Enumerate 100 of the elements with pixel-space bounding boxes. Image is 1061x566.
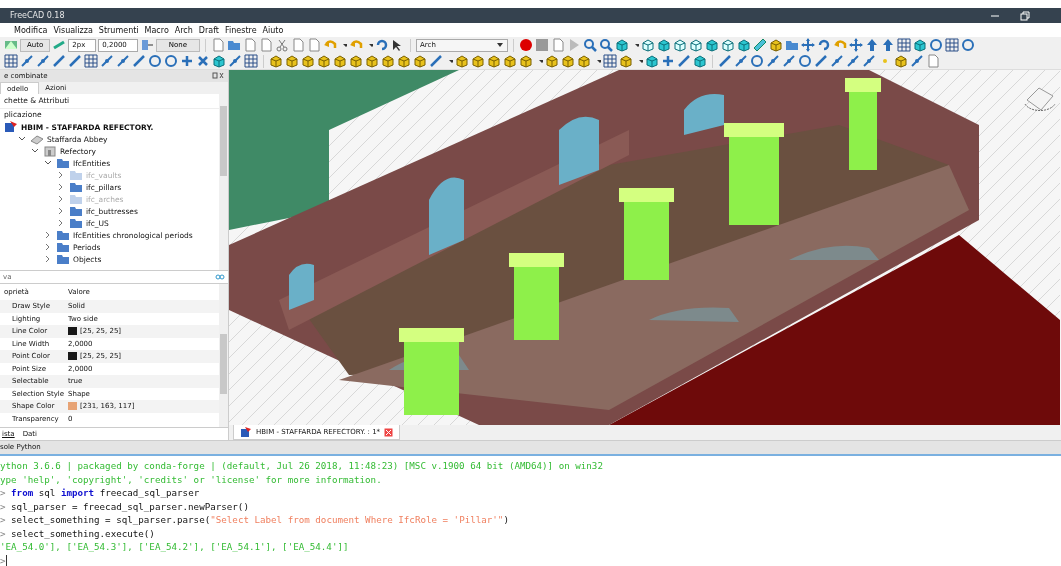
info-line: ython 3.6.6 | packaged by conda-forge | (default, Jul 26 2018, 11:48:23) [MSC v.1900 64 bit (AMD64)] on win32 [0, 459, 603, 473]
block-icon[interactable] [545, 54, 559, 68]
snap-icon[interactable] [910, 54, 924, 68]
snap-icon[interactable] [846, 54, 860, 68]
grid-icon[interactable] [945, 38, 960, 52]
scissors-icon[interactable] [275, 38, 290, 52]
cube-icon[interactable] [615, 38, 630, 52]
grid-icon[interactable] [244, 54, 258, 68]
block-icon[interactable] [413, 54, 427, 68]
circle-icon[interactable] [961, 38, 976, 52]
block-icon[interactable] [349, 54, 363, 68]
cube-icon[interactable] [645, 54, 659, 68]
cube-icon[interactable] [657, 38, 672, 52]
circle-icon[interactable] [750, 54, 764, 68]
line-icon[interactable] [814, 54, 828, 68]
wireframe-cube-icon[interactable] [641, 38, 656, 52]
grid-icon[interactable] [897, 38, 912, 52]
menu-item[interactable]: Draft [198, 25, 219, 35]
block-icon[interactable] [769, 38, 784, 52]
output-line: 'EA_54.0'], ['EA_54.3'], ['EA_54.2'], ['EA_54.1'], ['EA_54.4']] [0, 540, 349, 554]
color-swatch[interactable] [68, 327, 77, 336]
line-icon[interactable] [718, 54, 732, 68]
block-icon[interactable] [317, 54, 331, 68]
wireframe-cube-icon[interactable] [689, 38, 704, 52]
plus-icon[interactable] [661, 54, 675, 68]
block-icon[interactable] [471, 54, 485, 68]
cube-icon[interactable] [212, 54, 226, 68]
restore-icon[interactable] [1019, 9, 1031, 22]
wireframe-cube-icon[interactable] [721, 38, 736, 52]
arrow-icon[interactable] [865, 38, 880, 52]
circle-icon[interactable] [164, 54, 178, 68]
document-icon [240, 426, 252, 438]
line-width-icon[interactable] [52, 38, 67, 52]
magnifier-icon[interactable] [599, 38, 614, 52]
snap-icon[interactable] [20, 54, 34, 68]
line-icon[interactable] [677, 54, 691, 68]
binoculars-icon[interactable] [215, 273, 225, 281]
line-icon[interactable] [132, 54, 146, 68]
grid-icon[interactable] [603, 54, 617, 68]
menu-item[interactable]: Visualizza [53, 25, 93, 35]
arrow-icon[interactable] [881, 38, 896, 52]
snap-icon[interactable] [100, 54, 114, 68]
line-icon[interactable] [429, 54, 443, 68]
plus-icon[interactable] [180, 54, 194, 68]
snap-icon[interactable] [116, 54, 130, 68]
block-icon[interactable] [619, 54, 633, 68]
cube-icon[interactable] [693, 54, 707, 68]
cube-icon[interactable] [913, 38, 928, 52]
block-icon[interactable] [561, 54, 575, 68]
block-icon[interactable] [519, 54, 533, 68]
cube-icon[interactable] [705, 38, 720, 52]
menu-item[interactable]: Aiuto [262, 25, 284, 35]
snap-icon[interactable] [782, 54, 796, 68]
code-line: > select_something = sql_parser.parse("Select Label from document Where IfcRole = 'Pillar'") [0, 513, 509, 527]
circle-icon[interactable] [148, 54, 162, 68]
close-icon[interactable] [384, 427, 394, 437]
circle-icon[interactable] [929, 38, 944, 52]
snap-icon[interactable] [830, 54, 844, 68]
refresh-icon[interactable] [375, 38, 390, 52]
menu-item[interactable]: Macro [144, 25, 169, 35]
block-icon[interactable] [577, 54, 591, 68]
cube-icon[interactable] [737, 38, 752, 52]
scrollbar[interactable] [219, 284, 228, 427]
scrollbar[interactable] [219, 94, 228, 270]
record-icon[interactable] [519, 38, 534, 52]
block-icon[interactable] [301, 54, 315, 68]
color-swatch[interactable] [68, 352, 77, 361]
snap-icon[interactable] [36, 54, 50, 68]
block-icon[interactable] [285, 54, 299, 68]
block-icon[interactable] [894, 54, 908, 68]
dock-buttons-icon[interactable] [212, 72, 224, 80]
menu-item[interactable]: Finestre [225, 25, 257, 35]
circle-icon[interactable] [798, 54, 812, 68]
menu-item[interactable]: Strumenti [98, 25, 139, 35]
cross-icon[interactable] [196, 54, 210, 68]
info-line: ype 'help', 'copyright', 'credits' or 'license' for more information. [0, 472, 382, 486]
block-icon[interactable] [503, 54, 517, 68]
move-icon[interactable] [801, 38, 816, 52]
snap-icon[interactable] [228, 54, 242, 68]
block-icon[interactable] [269, 54, 283, 68]
move-icon[interactable] [849, 38, 864, 52]
menu-item[interactable]: Arch [174, 25, 193, 35]
block-icon[interactable] [455, 54, 469, 68]
block-icon[interactable] [381, 54, 395, 68]
refresh-icon[interactable] [817, 38, 832, 52]
menu-item[interactable]: Modifica [14, 25, 48, 35]
wireframe-cube-icon[interactable] [673, 38, 688, 52]
block-icon[interactable] [365, 54, 379, 68]
grid-icon[interactable] [4, 54, 18, 68]
line-icon[interactable] [52, 54, 66, 68]
block-icon[interactable] [397, 54, 411, 68]
snap-icon[interactable] [766, 54, 780, 68]
snap-icon[interactable] [862, 54, 876, 68]
magnifier-icon[interactable] [583, 38, 598, 52]
snap-icon[interactable] [734, 54, 748, 68]
block-icon[interactable] [333, 54, 347, 68]
color-swatch[interactable] [68, 402, 77, 411]
block-icon[interactable] [487, 54, 501, 68]
line-icon[interactable] [68, 54, 82, 68]
grid-icon[interactable] [84, 54, 98, 68]
